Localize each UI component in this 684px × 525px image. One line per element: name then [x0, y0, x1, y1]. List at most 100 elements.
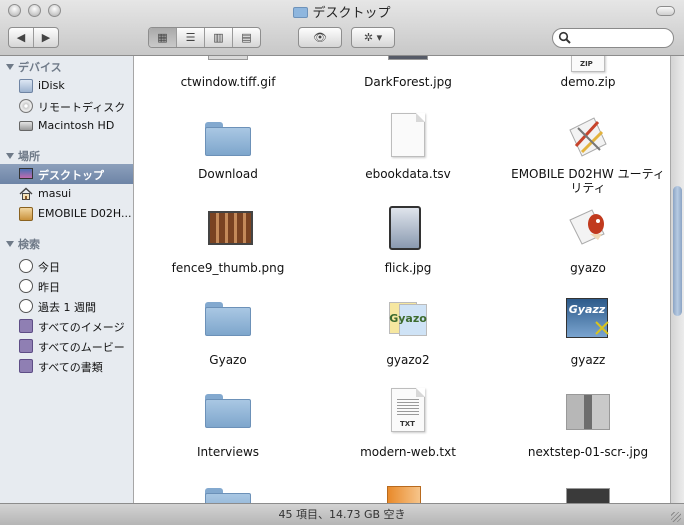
- home-icon: [19, 187, 33, 200]
- forward-button[interactable]: ▶: [34, 28, 58, 47]
- sidebar-item-label: リモートディスク: [38, 101, 126, 114]
- action-menu-button[interactable]: ✲ ▾: [351, 27, 395, 48]
- gear-icon: ✲ ▾: [363, 31, 383, 44]
- file-item[interactable]: nextstep-01-scr-.jpg: [498, 390, 670, 460]
- gyazz-badge-text: Gyazz: [568, 303, 606, 316]
- folder-icon: [205, 394, 251, 428]
- sidebar-item-all-documents[interactable]: すべての書類: [0, 356, 133, 376]
- sidebar-item-today[interactable]: 今日: [0, 256, 133, 276]
- document-icon: [391, 113, 425, 157]
- sidebar-item-emobile[interactable]: EMOBILE D02H...: [0, 204, 133, 224]
- file-item[interactable]: TXT modern-web.txt: [318, 388, 498, 460]
- toolbar-toggle-button[interactable]: [656, 6, 675, 16]
- sidebar-item-home[interactable]: masui: [0, 184, 133, 204]
- disclosure-triangle-icon: [6, 241, 14, 247]
- sidebar-section-search[interactable]: 検索: [6, 236, 40, 252]
- search-field[interactable]: [552, 28, 674, 48]
- image-thumbnail-icon[interactable]: [566, 488, 610, 503]
- clock-icon: [19, 259, 33, 273]
- column-view-icon: ▥: [213, 31, 224, 44]
- file-label: fence9_thumb.png: [171, 261, 285, 275]
- file-item[interactable]: ebookdata.tsv: [318, 113, 498, 188]
- sidebar-section-places[interactable]: 場所: [6, 148, 40, 164]
- file-label: Gyazo: [209, 353, 247, 367]
- list-view-button[interactable]: ☰: [177, 28, 205, 47]
- sidebar-item-desktop[interactable]: デスクトップ: [0, 164, 133, 184]
- file-label: gyazz: [570, 353, 606, 367]
- image-thumbnail-icon: [389, 206, 421, 250]
- smart-folder-icon: [19, 319, 33, 333]
- sidebar-item-macintosh-hd[interactable]: Macintosh HD: [0, 116, 133, 136]
- resize-grip-icon[interactable]: [671, 512, 681, 522]
- file-label: Interviews: [196, 445, 260, 459]
- sidebar-item-label: 今日: [38, 261, 60, 274]
- sidebar-item-remote-disc[interactable]: リモートディスク: [0, 96, 133, 116]
- disclosure-triangle-icon: [6, 64, 14, 70]
- zip-archive-icon: ZIP: [571, 56, 605, 72]
- file-item[interactable]: gyazo: [498, 206, 670, 276]
- image-thumbnail-icon: [208, 211, 253, 245]
- sidebar-item-all-images[interactable]: すべてのイメージ: [0, 316, 133, 336]
- document-icon[interactable]: [387, 486, 421, 503]
- toolbar: デスクトップ ◀ ▶ ▦ ☰ ▥ ▤ 👁 ✲ ▾: [0, 0, 684, 56]
- remote-disc-icon: [19, 99, 33, 113]
- column-view-button[interactable]: ▥: [205, 28, 233, 47]
- file-item[interactable]: Interviews: [138, 390, 318, 460]
- view-mode-buttons: ▦ ☰ ▥ ▤: [148, 27, 261, 48]
- file-label: demo.zip: [560, 75, 616, 89]
- navigation-buttons: ◀ ▶: [8, 27, 59, 48]
- file-item[interactable]: EMOBILE D02HW ユーティ リティ: [498, 117, 670, 202]
- search-input[interactable]: [575, 31, 671, 47]
- vertical-scrollbar[interactable]: [670, 56, 684, 503]
- smart-folder-icon: [19, 359, 33, 373]
- finder-window: デスクトップ ◀ ▶ ▦ ☰ ▥ ▤ 👁 ✲ ▾ デバイス iDisk リモート…: [0, 0, 684, 525]
- quick-look-button[interactable]: 👁: [298, 27, 342, 48]
- folder-icon: [205, 122, 251, 156]
- gyazo-app-icon: Gyazo: [385, 302, 431, 336]
- file-item[interactable]: Gyazo: [138, 298, 318, 368]
- file-label: ctwindow.tiff.gif: [180, 75, 276, 89]
- file-item[interactable]: flick.jpg: [318, 206, 498, 276]
- folder-icon: [205, 302, 251, 336]
- sidebar: デバイス iDisk リモートディスク Macintosh HD 場所 デスクト…: [0, 56, 134, 503]
- sidebar-item-label: masui: [38, 187, 72, 200]
- file-item[interactable]: DarkForest.jpg: [318, 56, 498, 96]
- sidebar-item-past-week[interactable]: 過去 1 週間: [0, 296, 133, 316]
- file-item[interactable]: ZIP demo.zip: [498, 56, 670, 96]
- image-thumbnail-icon: [388, 56, 428, 60]
- back-button[interactable]: ◀: [9, 28, 34, 47]
- sidebar-item-label: すべてのムービー: [38, 341, 125, 354]
- eye-icon: 👁: [313, 31, 327, 44]
- folder-icon[interactable]: [205, 488, 251, 503]
- file-grid: ctwindow.tiff.gif DarkForest.jpg ZIP dem…: [134, 56, 670, 503]
- disclosure-triangle-icon: [6, 153, 14, 159]
- coverflow-view-button[interactable]: ▤: [233, 28, 260, 47]
- file-label: Download: [198, 167, 258, 181]
- file-label: modern-web.txt: [360, 445, 456, 459]
- window-title: デスクトップ: [0, 2, 684, 21]
- sidebar-item-yesterday[interactable]: 昨日: [0, 276, 133, 296]
- text-file-icon: TXT: [391, 388, 425, 432]
- sidebar-item-label: 過去 1 週間: [38, 301, 96, 314]
- sidebar-item-label: すべての書類: [38, 361, 103, 374]
- file-item[interactable]: Gyazo gyazo2: [318, 298, 498, 368]
- file-item[interactable]: Download: [138, 118, 318, 188]
- sidebar-item-all-movies[interactable]: すべてのムービー: [0, 336, 133, 356]
- sidebar-item-label: Macintosh HD: [38, 119, 115, 132]
- file-label: gyazo: [570, 261, 606, 275]
- sidebar-item-label: EMOBILE D02H...: [38, 207, 132, 220]
- section-header-label: 場所: [18, 150, 40, 163]
- sidebar-section-devices[interactable]: デバイス: [6, 59, 62, 75]
- section-header-label: デバイス: [18, 61, 62, 74]
- file-item[interactable]: fence9_thumb.png: [138, 206, 318, 276]
- desktop-icon: [19, 168, 33, 179]
- scrollbar-thumb[interactable]: [673, 186, 682, 316]
- sidebar-item-idisk[interactable]: iDisk: [0, 76, 133, 96]
- file-item[interactable]: ctwindow.tiff.gif: [138, 56, 318, 96]
- icon-view-button[interactable]: ▦: [149, 28, 177, 47]
- back-arrow-icon: ◀: [16, 31, 26, 44]
- image-thumbnail-icon: [208, 56, 248, 60]
- file-item[interactable]: Gyazz gyazz: [498, 298, 670, 368]
- sidebar-item-label: iDisk: [38, 79, 65, 92]
- status-bar: 45 項目、14.73 GB 空き: [0, 503, 684, 525]
